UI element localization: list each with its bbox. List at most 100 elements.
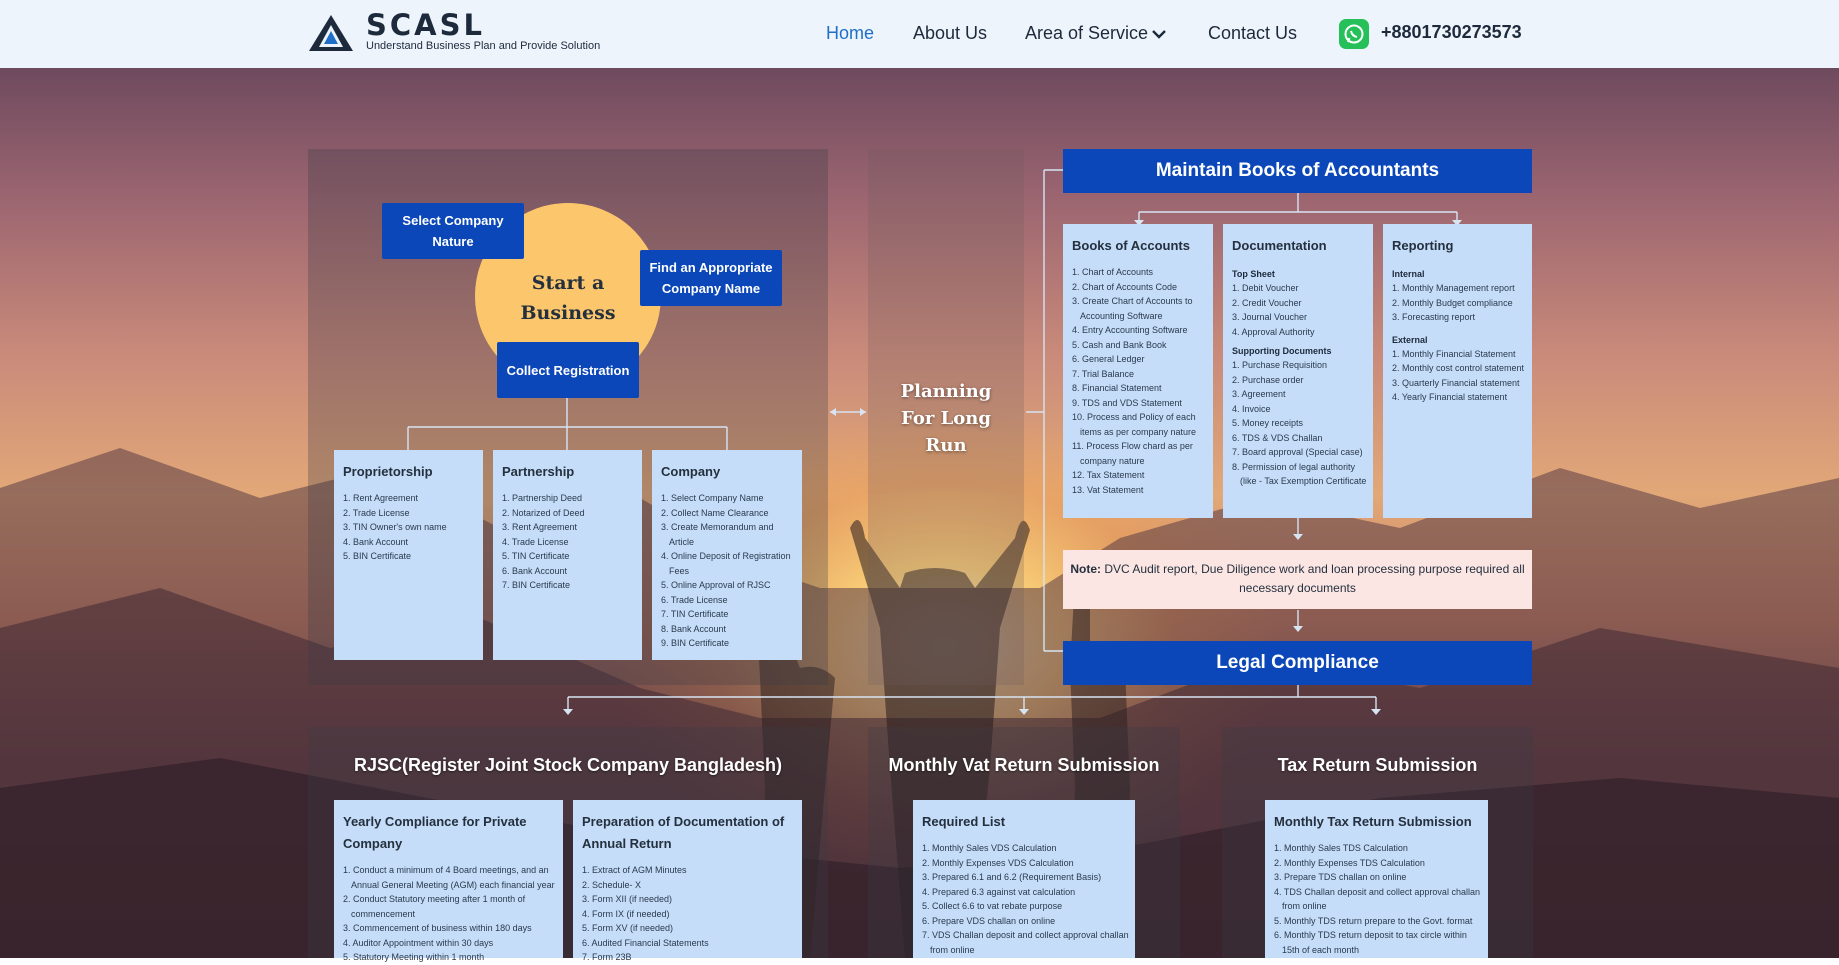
list-item: 4. Entry Accounting Software: [1072, 325, 1188, 335]
list-item: 5. Collect 6.6 to vat rebate purpose: [922, 901, 1063, 911]
nav-area-of-service[interactable]: Area of Service: [1025, 23, 1148, 44]
company-list: 1. Select Company Name 2. Collect Name C…: [661, 491, 796, 651]
list-item: 3. Commencement of business within 180 d…: [343, 923, 532, 933]
tax-title: Tax Return Submission: [1277, 755, 1478, 775]
phone-number[interactable]: +8801730273573: [1381, 22, 1522, 43]
documentation-card: Documentation Top Sheet 1. Debit Voucher…: [1223, 224, 1373, 518]
yearly-compliance-card: Yearly Compliance for Private Company 1.…: [334, 800, 563, 962]
list-item: 2. Credit Voucher: [1232, 297, 1302, 308]
list-item: 1. Debit Voucher: [1232, 283, 1299, 293]
subheading: Supporting Documents: [1232, 346, 1332, 356]
nav-home[interactable]: Home: [826, 23, 874, 44]
list-item: 6. Bank Account: [502, 565, 568, 576]
list-item: 7. Form 23B: [582, 952, 632, 962]
list-item: 3. Create Memorandum and Article: [661, 522, 774, 547]
list-item: 1. Monthly Financial Statement: [1392, 348, 1516, 359]
reporting-card: Reporting Internal 1. Monthly Management…: [1383, 224, 1532, 518]
list-item: 4. Yearly Financial statement: [1392, 392, 1508, 402]
start-business-title: Start a Business: [504, 268, 632, 328]
list-item: 2. Monthly cost control statement: [1392, 363, 1525, 373]
vat-required-card: Required List 1. Monthly Sales VDS Calcu…: [913, 800, 1135, 958]
list-item: 1. Purchase Requisition: [1232, 360, 1328, 370]
list-item: 5. Statutory Meeting within 1 month: [343, 952, 485, 962]
list-item: 1. Select Company Name: [661, 493, 764, 503]
find-btn-line-2: Company Name: [661, 281, 761, 296]
brand-tagline: Understand Business Plan and Provide Sol…: [366, 40, 601, 52]
whatsapp-icon[interactable]: [1339, 19, 1369, 49]
list-item: 1. Extract of AGM Minutes: [582, 865, 687, 875]
list-item: 1. Monthly Sales VDS Calculation: [922, 843, 1057, 853]
list-item: 4. Invoice: [1232, 403, 1271, 414]
card-title: Partnership: [502, 464, 575, 479]
list-item: 7. Board approval (Special case): [1232, 447, 1363, 457]
list-item: 3. Rent Agreement: [502, 522, 578, 532]
vat-list: 1. Monthly Sales VDS Calculation 2. Mont…: [922, 841, 1129, 957]
list-item: 5. Monthly TDS return prepare to the Gov…: [1274, 915, 1473, 926]
list-item: 13. Vat Statement: [1072, 484, 1144, 495]
list-item: 4. Auditor Appointment within 30 days: [343, 937, 494, 948]
list-item: 7. TIN Certificate: [661, 609, 729, 619]
list-item: 5. Online Approval of RJSC: [661, 580, 771, 590]
card-title: Required List: [922, 814, 1006, 829]
list-item: 6. Trade License: [661, 594, 728, 605]
planning-line-3: Run: [925, 435, 967, 456]
list-item: 9. TDS and VDS Statement: [1072, 397, 1182, 408]
top-navbar: SCASL Understand Business Plan and Provi…: [0, 0, 1839, 68]
nav-about-us[interactable]: About Us: [913, 23, 987, 44]
list-item: 1. Partnership Deed: [502, 493, 583, 503]
collect-registration-button[interactable]: Collect Registration: [497, 342, 639, 398]
card-title: Documentation: [1232, 238, 1327, 253]
list-item: 7. VDS Challan deposit and collect appro…: [922, 930, 1129, 955]
annual-return-card: Preparation of Documentation of Annual R…: [573, 800, 802, 962]
list-item: 4. Approval Authority: [1232, 326, 1315, 337]
brand-name[interactable]: SCASL: [366, 8, 485, 42]
list-item: 1. Chart of Accounts: [1072, 267, 1154, 277]
circle-line-1: Start a: [531, 272, 605, 294]
list-item: 8. Financial Statement: [1072, 383, 1162, 393]
list-item: 4. Prepared 6.3 against vat calculation: [922, 886, 1076, 897]
list-item: 3. TIN Owner's own name: [343, 522, 447, 532]
list-item: 1. Conduct a minimum of 4 Board meetings…: [343, 865, 555, 890]
find-company-name-button[interactable]: Find an Appropriate Company Name: [640, 250, 782, 306]
books-of-accounts-card: Books of Accounts 1. Chart of Accounts 2…: [1063, 224, 1213, 518]
list-item: 2. Monthly Budget compliance: [1392, 297, 1513, 308]
vat-title: Monthly Vat Return Submission: [888, 755, 1160, 775]
list-item: 11. Process Flow chard as per company na…: [1072, 441, 1193, 466]
list-item: 1. Monthly Sales TDS Calculation: [1274, 843, 1408, 853]
chevron-down-icon[interactable]: [1150, 25, 1168, 43]
books-header[interactable]: Maintain Books of Accountants: [1063, 149, 1532, 193]
list-item: 7. Trial Balance: [1072, 368, 1135, 379]
company-card: Company 1. Select Company Name 2. Collec…: [652, 450, 802, 660]
list-item: 3. Prepared 6.1 and 6.2 (Requirement Bas…: [922, 872, 1102, 882]
list-item: 3. Form XII (if needed): [582, 894, 673, 904]
list-item: 4. Form IX (if needed): [582, 908, 670, 919]
list-item: 6. Audited Financial Statements: [582, 937, 709, 948]
logo-icon[interactable]: [307, 13, 355, 53]
tax-return-card: Monthly Tax Return Submission 1. Monthly…: [1265, 800, 1488, 958]
documentation-list: Top Sheet 1. Debit Voucher 2. Credit Vou…: [1232, 265, 1367, 489]
note-label: Note:: [1070, 562, 1102, 576]
list-item: 2. Trade License: [343, 507, 410, 518]
list-item: 4. TDS Challan deposit and collect appro…: [1274, 886, 1480, 912]
card-title: Proprietorship: [343, 464, 433, 479]
list-item: 3. Forecasting report: [1392, 312, 1476, 322]
list-item: 3. Create Chart of Accounts to Accountin…: [1072, 296, 1193, 321]
nav-contact-us[interactable]: Contact Us: [1208, 23, 1297, 44]
list-item: 4. Online Deposit of Registration Fees: [661, 551, 791, 576]
select-btn-line-2: Nature: [432, 234, 474, 249]
select-company-nature-button[interactable]: Select Company Nature: [382, 203, 524, 259]
card-title: Reporting: [1392, 238, 1454, 253]
list-item: 1. Monthly Management report: [1392, 283, 1515, 293]
list-item: 2. Notarized of Deed: [502, 507, 585, 518]
list-item: 2. Schedule- X: [582, 879, 642, 890]
subheading: External: [1392, 334, 1428, 345]
legal-compliance-header[interactable]: Legal Compliance: [1063, 641, 1532, 685]
list-item: 7. BIN Certificate: [502, 580, 571, 590]
subheading: Internal: [1392, 269, 1425, 279]
subheading: Top Sheet: [1232, 269, 1275, 279]
list-item: 5. BIN Certificate: [343, 551, 412, 561]
card-title: Company: [661, 464, 721, 479]
card-title: Yearly Compliance for Private Company: [343, 814, 527, 851]
yearly-list: 1. Conduct a minimum of 4 Board meetings…: [343, 863, 557, 965]
card-title: Books of Accounts: [1072, 238, 1190, 253]
